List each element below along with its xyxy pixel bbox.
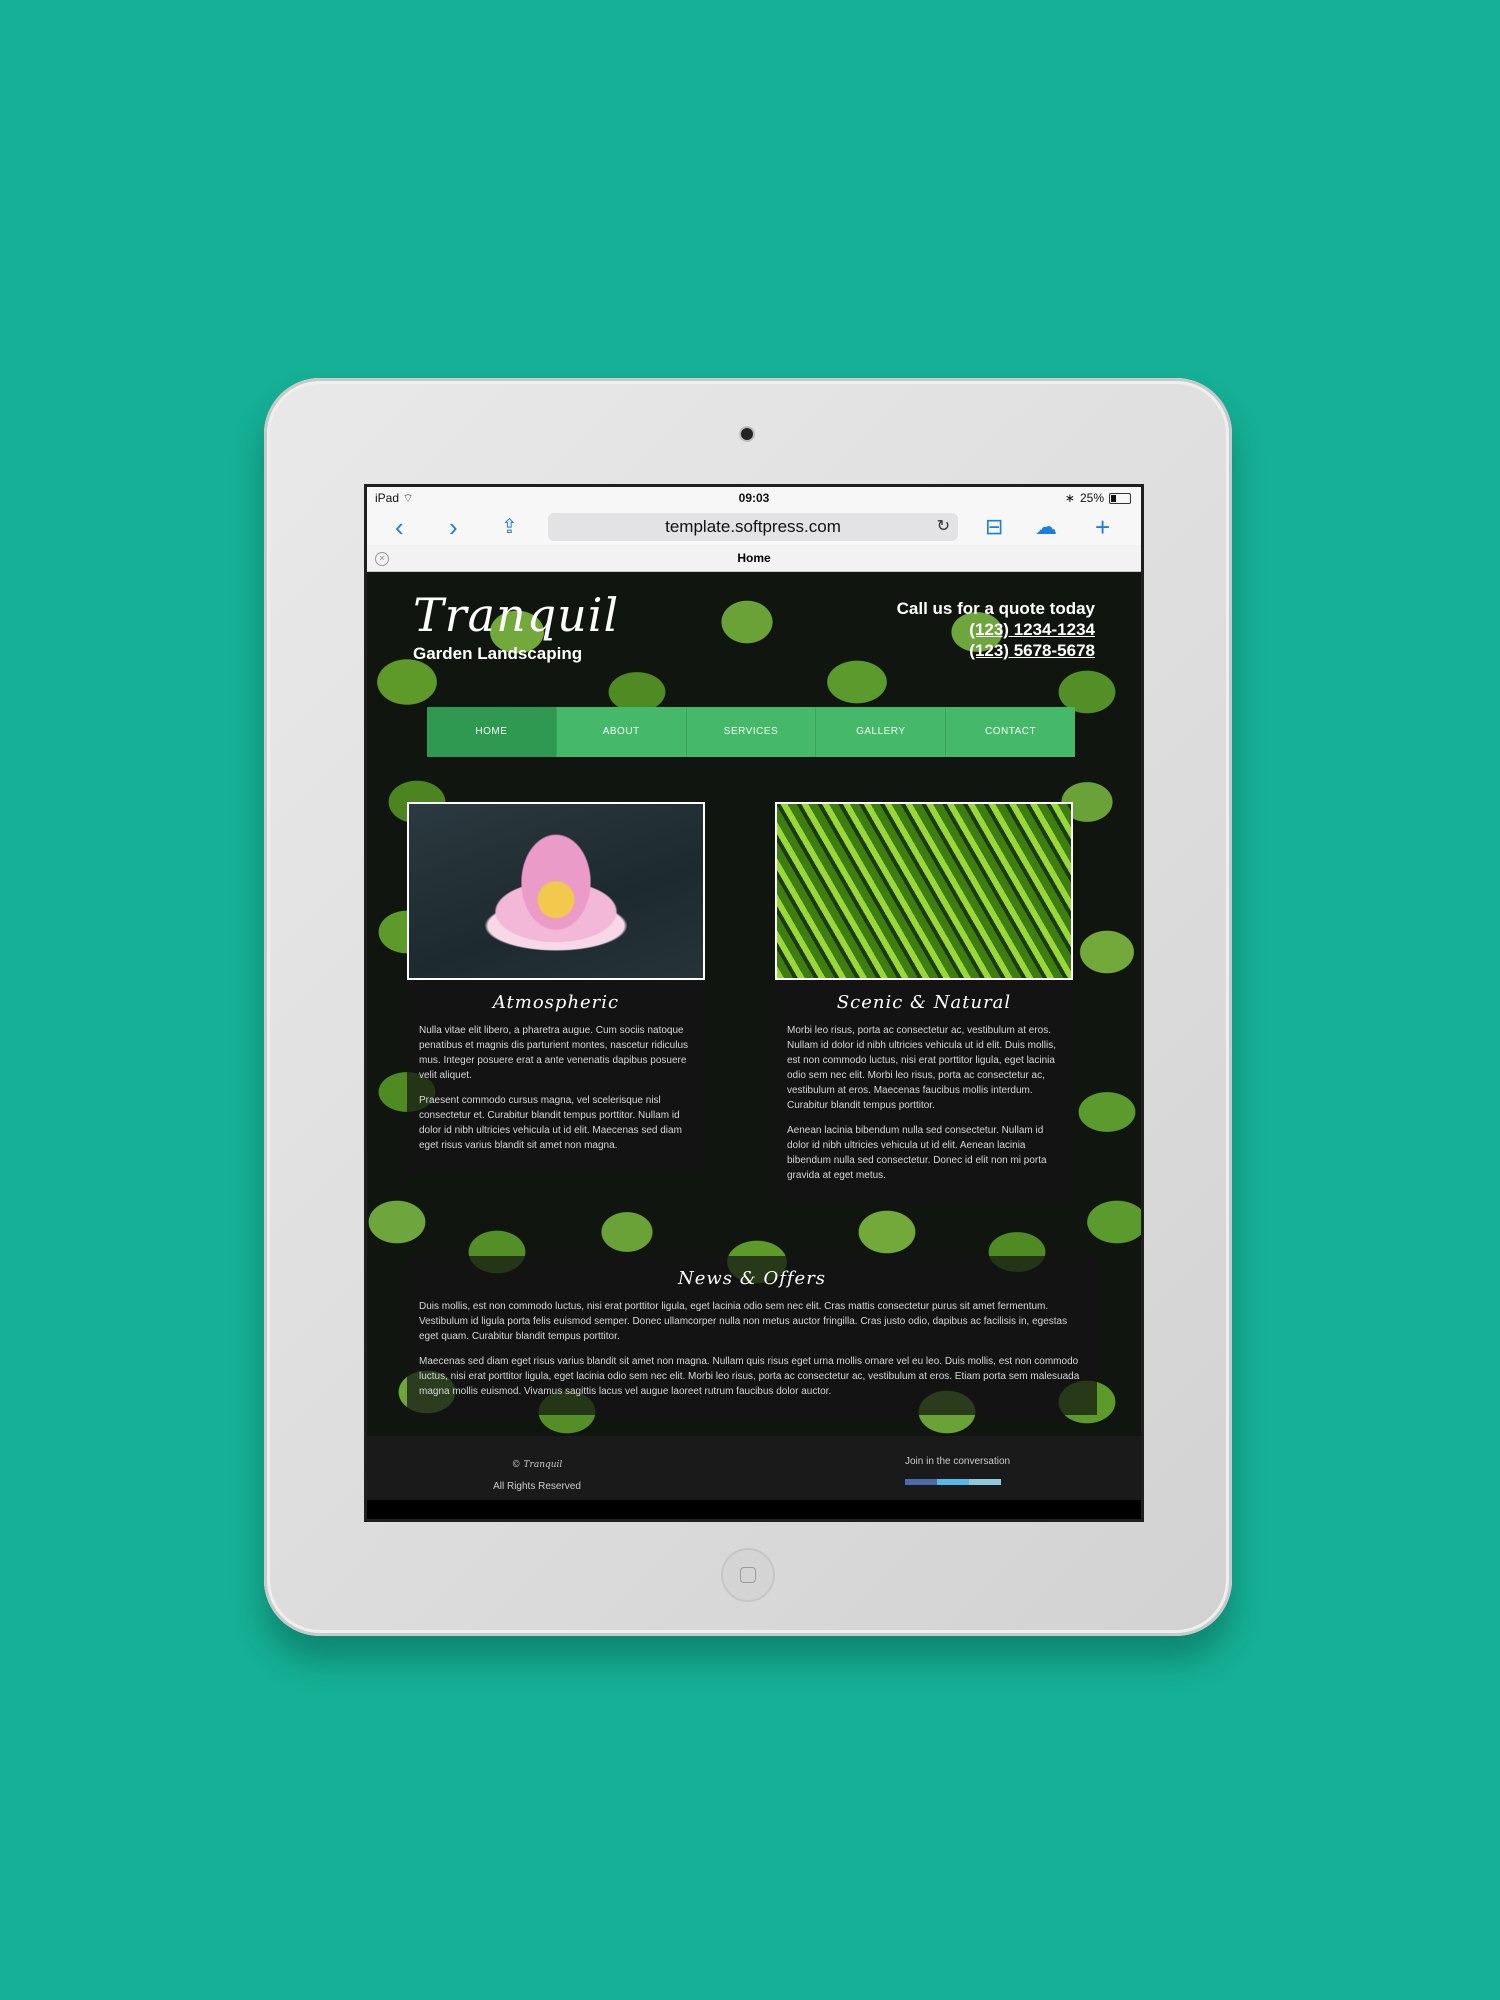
twitter-icon[interactable] — [937, 1479, 969, 1485]
camera-icon — [741, 428, 753, 440]
news-paragraph: Maecenas sed diam eget risus varius blan… — [419, 1356, 1080, 1397]
bookmarks-icon[interactable]: ⊟ — [985, 513, 1003, 541]
brand: Tranquil Garden Landscaping — [413, 590, 619, 664]
url-text: template.softpress.com — [665, 517, 841, 536]
site-footer: © Tranquil All Rights Reserved Join in t… — [367, 1436, 1141, 1500]
nav-home[interactable]: HOME — [427, 707, 557, 757]
copyright-line: © Tranquil — [511, 1460, 563, 1470]
column-heading: Atmospheric — [492, 992, 620, 1013]
ipad-screen: iPad ⌔ 09:03 ∗ 25% ‹ › ⇪ template.softpr… — [364, 484, 1144, 1522]
social-heading: Join in the conversation — [905, 1456, 1011, 1467]
nav-services[interactable]: SERVICES — [687, 707, 817, 757]
water-lily-image — [407, 802, 705, 980]
status-time: 09:03 — [738, 491, 770, 505]
news-offers-section: News & Offers Duis mollis, est non commo… — [407, 1256, 1097, 1415]
news-heading: News & Offers — [677, 1268, 827, 1289]
back-icon[interactable]: ‹ — [395, 513, 404, 541]
tab-title[interactable]: Home — [737, 551, 770, 565]
social-block: Join in the conversation — [905, 1456, 1010, 1485]
brand-tagline: Garden Landscaping — [413, 644, 583, 663]
palm-leaf-image — [775, 802, 1073, 980]
home-square-icon — [740, 1567, 756, 1583]
status-bar: iPad ⌔ 09:03 ∗ 25% — [367, 487, 1141, 509]
home-button[interactable] — [721, 1548, 775, 1602]
reload-icon[interactable]: ↻ — [937, 513, 950, 541]
column-paragraph: Morbi leo risus, porta ac consectetur ac… — [787, 1025, 1056, 1111]
main-nav: HOME ABOUT SERVICES GALLERY CONTACT — [427, 707, 1075, 757]
safari-toolbar: ‹ › ⇪ template.softpress.com ↻ ⊟ ☁ + — [367, 509, 1141, 545]
copyright: © Tranquil All Rights Reserved — [467, 1454, 607, 1498]
quote-block: Call us for a quote today (123) 1234-123… — [897, 598, 1095, 661]
rights-line: All Rights Reserved — [493, 1481, 581, 1492]
column-atmospheric: Atmospheric Nulla vitae elit libero, a p… — [407, 802, 705, 1173]
battery-percent: 25% — [1079, 491, 1104, 505]
forward-icon[interactable]: › — [449, 513, 458, 541]
nav-gallery[interactable]: GALLERY — [816, 707, 947, 757]
column-panel: Scenic & Natural Morbi leo risus, porta … — [775, 980, 1073, 1203]
social-links — [905, 1479, 1010, 1485]
news-paragraph: Duis mollis, est non commodo luctus, nis… — [419, 1301, 1068, 1342]
battery-icon — [1109, 492, 1131, 504]
column-heading: Scenic & Natural — [836, 992, 1012, 1013]
tab-bar: × Home — [367, 545, 1141, 572]
brand-name[interactable]: Tranquil — [413, 590, 619, 640]
address-bar[interactable]: template.softpress.com ↻ — [548, 513, 958, 541]
facebook-icon[interactable] — [905, 1479, 937, 1485]
phone-link-1[interactable]: (123) 1234-1234 — [897, 619, 1095, 640]
column-paragraph: Nulla vitae elit libero, a pharetra augu… — [419, 1025, 689, 1081]
column-panel: Atmospheric Nulla vitae elit libero, a p… — [407, 980, 705, 1173]
share-link-icon[interactable] — [969, 1479, 1001, 1485]
close-tab-icon[interactable]: × — [375, 552, 389, 566]
icloud-tabs-icon[interactable]: ☁ — [1035, 513, 1057, 541]
bluetooth-icon: ∗ — [1064, 491, 1075, 505]
share-icon[interactable]: ⇪ — [501, 513, 518, 541]
column-scenic: Scenic & Natural Morbi leo risus, porta … — [775, 802, 1073, 1203]
column-paragraph: Aenean lacinia bibendum nulla sed consec… — [787, 1125, 1047, 1181]
status-right: ∗ 25% — [1065, 491, 1131, 505]
nav-about[interactable]: ABOUT — [557, 707, 687, 757]
new-tab-icon[interactable]: + — [1095, 513, 1110, 541]
quote-heading: Call us for a quote today — [896, 599, 1095, 618]
column-paragraph: Praesent commodo cursus magna, vel scele… — [419, 1095, 682, 1151]
phone-link-2[interactable]: (123) 5678-5678 — [897, 640, 1095, 661]
website: Tranquil Garden Landscaping Call us for … — [367, 572, 1141, 1436]
nav-contact[interactable]: CONTACT — [946, 707, 1075, 757]
